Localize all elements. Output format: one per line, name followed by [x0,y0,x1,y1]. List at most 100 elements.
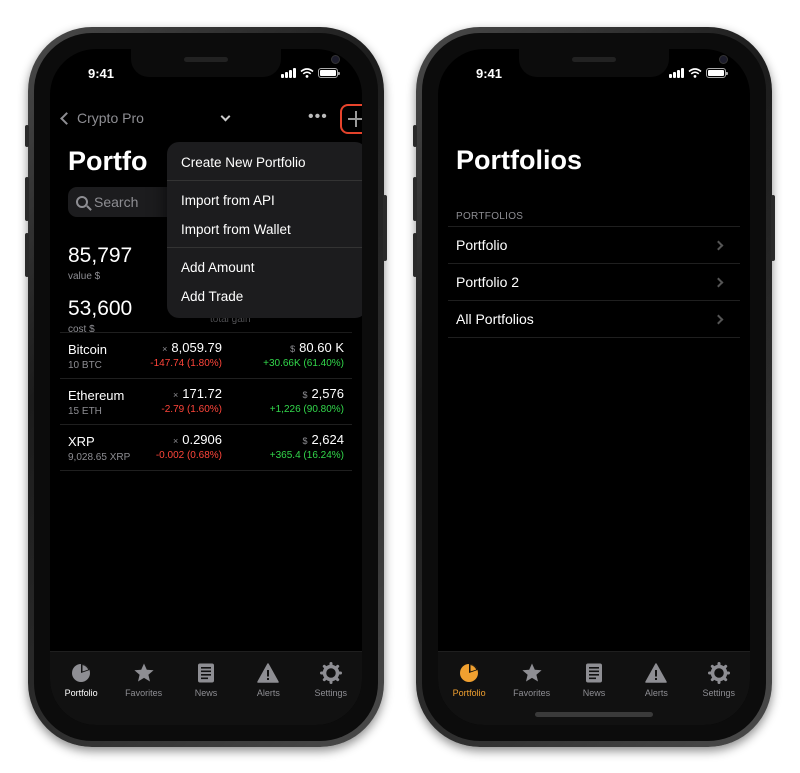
tab-label: Alerts [644,688,668,698]
home-indicator[interactable] [535,712,653,717]
news-icon [197,663,214,683]
chevron-right-icon [713,314,724,325]
nav-bar: Crypto Pro ••• [50,104,362,134]
tab-settings[interactable]: Settings [691,662,747,725]
menu-item-import-from-api[interactable]: Import from API [167,186,362,215]
pie-chart-icon [460,664,479,682]
speaker [184,57,228,62]
page-title: Portfo [68,146,148,176]
mute-switch [25,125,29,147]
list-item-all-portfolios[interactable]: All Portfolios [448,301,740,338]
gear-icon [707,662,730,684]
right-screen: 9:41 Portfolios PORTFOLIOS Portfolio Por… [438,49,750,725]
back-label: Crypto Pro [77,110,144,126]
coin-name: XRP [68,434,95,449]
coin-value-change: +1,226 (90.80%) [269,404,344,415]
tab-label: Portfolio [452,688,486,698]
left-screen: 9:41 Crypto Pro ••• Portfo Search 85,797… [50,49,362,725]
status-bar: 9:41 [438,63,750,83]
wifi-icon [300,68,314,78]
left-phone: 9:41 Crypto Pro ••• Portfo Search 85,797… [25,27,387,747]
tab-portfolio[interactable]: Portfolio [53,662,109,725]
list-item-portfolio-2[interactable]: Portfolio 2 [448,264,740,301]
coin-value: $80.60 K [290,340,344,355]
coin-value-change: +365.4 (16.24%) [269,450,344,461]
status-time: 9:41 [88,66,115,81]
coin-price: × 8,059.79 [162,340,222,355]
search-placeholder: Search [94,194,139,210]
more-icon[interactable]: ••• [308,108,328,126]
coin-value-change: +30.66K (61.40%) [263,358,344,369]
alert-icon [645,663,668,683]
tab-label: Alerts [256,688,280,698]
portfolio-cost: 53,600 [68,297,133,320]
status-icons [281,68,340,78]
coin-price: × 0.2906 [172,432,222,447]
coin-value: $2,576 [302,386,344,401]
tab-label: Favorites [125,688,163,698]
chevron-right-icon [713,240,724,251]
status-bar: 9:41 [50,63,362,83]
tab-label: Favorites [513,688,551,698]
battery-icon [318,68,340,78]
alert-icon [257,663,280,683]
tab-news[interactable]: News [178,662,234,725]
menu-divider [167,180,362,181]
add-button[interactable] [340,104,362,134]
coin-price-change: -2.79 (1.60%) [161,404,222,415]
coin-name: Bitcoin [68,342,108,357]
coin-price-change: -0.002 (0.68%) [155,450,222,461]
list-item-label: All Portfolios [456,311,534,327]
back-button[interactable]: Crypto Pro [60,110,144,126]
list-item-label: Portfolio [456,237,508,253]
tab-favorites[interactable]: Favorites [116,662,172,725]
tab-bar: Portfolio Favorites News Alerts Settings [50,651,362,725]
tab-bar: Portfolio Favorites News Alerts Settings [438,651,750,725]
tab-label: Portfolio [64,688,98,698]
portfolio-value-label: value $ [68,271,101,282]
chevron-left-icon [60,111,73,125]
chevron-right-icon [713,277,724,288]
tab-label: Settings [314,688,348,698]
gear-icon [319,662,342,684]
chevron-down-icon[interactable] [220,111,231,122]
search-icon [76,196,88,208]
holding-row-xrp[interactable]: XRP 9,028.65 XRP × 0.2906 -0.002 (0.68%) … [60,425,352,471]
power-button [383,195,387,261]
battery-icon [706,68,728,78]
mute-switch [413,125,417,147]
menu-item-add-amount[interactable]: Add Amount [167,253,362,282]
menu-item-create-new-portfolio[interactable]: Create New Portfolio [167,148,362,177]
coin-price-change: -147.74 (1.80%) [150,358,222,369]
list-item-portfolio[interactable]: Portfolio [448,227,740,264]
holdings-list: Bitcoin 10 BTC × 8,059.79 -147.74 (1.80%)… [60,332,352,471]
tab-label: Settings [702,688,736,698]
pie-chart-icon [72,664,91,682]
tab-label: News [582,688,606,698]
tab-label: News [194,688,218,698]
star-icon [133,663,154,682]
holding-row-bitcoin[interactable]: Bitcoin 10 BTC × 8,059.79 -147.74 (1.80%)… [60,333,352,379]
portfolio-list: Portfolio Portfolio 2 All Portfolios [448,226,740,338]
plus-icon [348,111,362,127]
add-menu-popover: Create New Portfolio Import from API Imp… [167,142,362,318]
holding-row-ethereum[interactable]: Ethereum 15 ETH × 171.72 -2.79 (1.60%) $2… [60,379,352,425]
tab-alerts[interactable]: Alerts [240,662,296,725]
power-button [771,195,775,261]
coin-quantity: 10 BTC [68,360,102,371]
coin-price: × 171.72 [172,386,222,401]
tab-settings[interactable]: Settings [303,662,359,725]
volume-down-button [413,233,417,277]
bezel: 9:41 Crypto Pro ••• Portfo Search 85,797… [34,33,378,741]
menu-item-add-trade[interactable]: Add Trade [167,282,362,311]
right-phone: 9:41 Portfolios PORTFOLIOS Portfolio Por… [413,27,775,747]
page-title: Portfolios [456,145,582,175]
portfolio-value: 85,797 [68,244,133,267]
status-time: 9:41 [476,66,503,81]
menu-item-import-from-wallet[interactable]: Import from Wallet [167,215,362,244]
tab-portfolio[interactable]: Portfolio [441,662,497,725]
volume-down-button [25,233,29,277]
bezel: 9:41 Portfolios PORTFOLIOS Portfolio Por… [422,33,766,741]
status-icons [669,68,728,78]
speaker [572,57,616,62]
